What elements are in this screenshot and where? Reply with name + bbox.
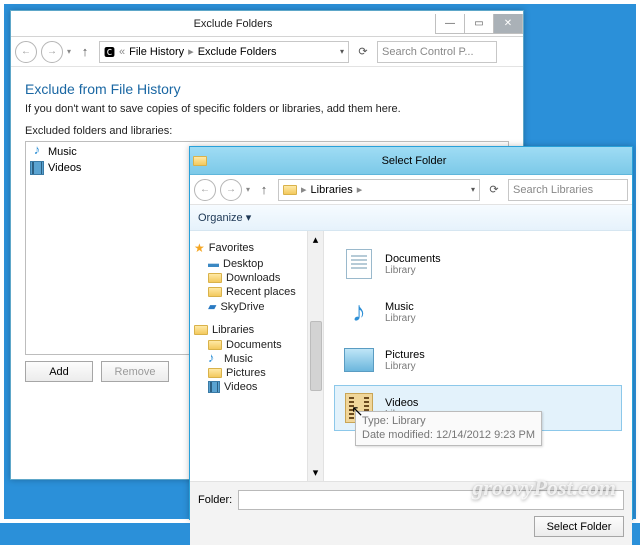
breadcrumb[interactable]: Libraries xyxy=(311,184,353,196)
minimize-button[interactable]: — xyxy=(435,14,465,34)
organize-menu[interactable]: Organize ▾ xyxy=(198,211,251,224)
tooltip: Type: Library Date modified: 12/14/2012 … xyxy=(355,411,542,446)
list-label: Excluded folders and libraries: xyxy=(25,125,509,137)
folder-label: Folder: xyxy=(198,494,232,506)
close-button[interactable]: ✕ xyxy=(493,14,523,34)
desktop-icon: ▬ xyxy=(208,258,219,270)
library-tile-pictures[interactable]: PicturesLibrary xyxy=(334,337,622,383)
add-button[interactable]: Add xyxy=(25,361,93,382)
up-button[interactable]: ↑ xyxy=(75,42,95,62)
breadcrumb[interactable]: File History xyxy=(129,46,184,58)
dialog-title: Select Folder xyxy=(210,155,618,167)
back-button[interactable]: ← xyxy=(194,179,216,201)
forward-button[interactable]: → xyxy=(41,41,63,63)
folder-input[interactable] xyxy=(238,490,624,510)
window-title: Exclude Folders xyxy=(31,18,435,30)
maximize-button[interactable]: ▭ xyxy=(464,14,494,34)
nav-item-skydrive[interactable]: ▰SkyDrive xyxy=(194,299,303,314)
star-icon: ★ xyxy=(194,241,205,255)
select-folder-dialog: Select Folder ← → ▾ ↑ ▸ Libraries ▸ ▾ ⟳ … xyxy=(189,146,633,520)
music-icon: ♪ xyxy=(341,294,377,330)
scroll-down-icon[interactable]: ▾ xyxy=(313,466,319,479)
search-input[interactable]: Search Libraries xyxy=(508,179,628,201)
nav-item-pictures[interactable]: Pictures xyxy=(194,366,303,380)
music-icon xyxy=(30,145,44,159)
remove-button[interactable]: Remove xyxy=(101,361,169,382)
folder-icon xyxy=(283,185,297,195)
forward-button[interactable]: → xyxy=(220,179,242,201)
nav-item-desktop[interactable]: ▬Desktop xyxy=(194,257,303,271)
breadcrumb-sep: ▸ xyxy=(188,45,194,58)
library-tile-music[interactable]: ♪ MusicLibrary xyxy=(334,289,622,335)
search-input[interactable]: Search Control P... xyxy=(377,41,497,63)
breadcrumb[interactable]: Exclude Folders xyxy=(198,46,277,58)
nav-scrollbar[interactable]: ▴▾ xyxy=(308,231,324,481)
history-dropdown[interactable]: ▾ xyxy=(67,47,71,56)
navbar: ← → ▾ ↑ 🅲 « File History ▸ Exclude Folde… xyxy=(11,37,523,67)
scroll-thumb[interactable] xyxy=(310,321,322,391)
back-button[interactable]: ← xyxy=(15,41,37,63)
nav-item-downloads[interactable]: Downloads xyxy=(194,271,303,285)
cloud-icon: ▰ xyxy=(208,300,216,313)
dialog-footer: Folder: Select Folder xyxy=(190,481,632,545)
folder-icon xyxy=(193,156,207,166)
scroll-up-icon[interactable]: ▴ xyxy=(313,233,319,246)
navbar: ← → ▾ ↑ ▸ Libraries ▸ ▾ ⟳ Search Librari… xyxy=(190,175,632,205)
nav-item-videos[interactable]: Videos xyxy=(194,380,303,394)
titlebar[interactable]: Exclude Folders — ▭ ✕ xyxy=(11,11,523,37)
documents-icon xyxy=(341,246,377,282)
titlebar[interactable]: Select Folder xyxy=(190,147,632,175)
up-button[interactable]: ↑ xyxy=(254,180,274,200)
toolbar: Organize ▾ xyxy=(190,205,632,231)
refresh-button[interactable]: ⟳ xyxy=(353,42,373,62)
history-dropdown[interactable]: ▾ xyxy=(246,185,250,194)
chevron-down-icon[interactable]: ▾ xyxy=(340,47,344,56)
address-bar[interactable]: ▸ Libraries ▸ ▾ xyxy=(278,179,480,201)
library-tile-documents[interactable]: DocumentsLibrary xyxy=(334,241,622,287)
select-folder-button[interactable]: Select Folder xyxy=(534,516,624,537)
address-bar[interactable]: 🅲 « File History ▸ Exclude Folders ▾ xyxy=(99,41,349,63)
favorites-header[interactable]: ★Favorites xyxy=(194,241,303,255)
navigation-pane[interactable]: ★Favorites ▬Desktop Downloads Recent pla… xyxy=(190,231,308,481)
chevron-down-icon[interactable]: ▾ xyxy=(471,185,475,194)
libraries-header[interactable]: Libraries xyxy=(194,324,303,336)
breadcrumb-sep: ▸ xyxy=(301,183,307,196)
nav-item-recent[interactable]: Recent places xyxy=(194,285,303,299)
folder-icon xyxy=(208,368,222,378)
folder-icon xyxy=(208,273,222,283)
pictures-icon xyxy=(341,342,377,378)
refresh-button[interactable]: ⟳ xyxy=(484,180,504,200)
libraries-icon xyxy=(194,325,208,335)
page-description: If you don't want to save copies of spec… xyxy=(25,103,509,115)
breadcrumb-sep: ▸ xyxy=(357,183,363,196)
nav-item-music[interactable]: Music xyxy=(194,352,303,366)
videos-icon xyxy=(30,161,44,175)
page-heading: Exclude from File History xyxy=(25,81,509,97)
videos-icon xyxy=(208,381,220,393)
breadcrumb-sep: « xyxy=(119,46,125,58)
control-panel-icon: 🅲 xyxy=(104,44,115,60)
folder-icon xyxy=(208,340,222,350)
music-icon xyxy=(208,353,220,365)
folder-icon xyxy=(208,287,222,297)
